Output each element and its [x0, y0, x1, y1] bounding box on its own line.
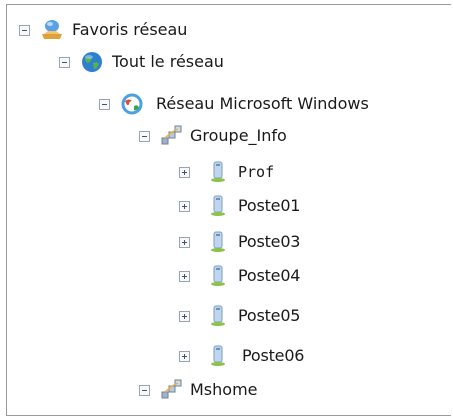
expand-toggle[interactable]	[179, 166, 190, 178]
tree-node-label[interactable]: Prof	[236, 161, 276, 183]
network-favorites-icon	[42, 20, 62, 39]
tree-node-favoris-reseau: Favoris réseau	[19, 15, 189, 45]
tree-node-computer: Poste06	[179, 341, 306, 371]
tree-node-label[interactable]: Poste03	[236, 231, 302, 253]
tree-node-groupe-info: Groupe_Info	[139, 121, 289, 151]
computer-icon	[211, 161, 225, 182]
tree-node-label[interactable]: Poste04	[236, 265, 302, 287]
workgroup-icon	[161, 125, 182, 145]
collapse-toggle[interactable]	[19, 24, 30, 36]
collapse-toggle[interactable]	[59, 56, 70, 68]
workgroup-icon	[161, 379, 182, 399]
computer-icon	[211, 265, 225, 286]
collapse-toggle[interactable]	[139, 384, 150, 396]
tree-node-label[interactable]: Mshome	[188, 379, 260, 401]
tree-node-label[interactable]: Poste01	[236, 195, 302, 217]
expand-toggle[interactable]	[179, 270, 190, 282]
tree-node-computer: Poste05	[179, 301, 302, 331]
collapse-toggle[interactable]	[139, 130, 150, 142]
network-globe-icon	[121, 93, 143, 115]
globe-icon	[82, 52, 102, 72]
tree-node-label[interactable]: Poste05	[236, 305, 302, 327]
tree-node-computer: Poste04	[179, 261, 302, 291]
expand-toggle[interactable]	[179, 350, 190, 362]
tree-node-computer: Poste03	[179, 227, 302, 257]
computer-icon	[211, 231, 225, 252]
tree-node-mshome: Mshome	[139, 375, 260, 405]
tree-node-computer: Prof	[179, 157, 276, 187]
tree-node-reseau-microsoft-windows: Réseau Microsoft Windows	[99, 89, 371, 119]
expand-toggle[interactable]	[179, 200, 190, 212]
tree-node-computer: Poste01	[179, 191, 302, 221]
network-tree-view: Favoris réseau Tout le réseau Réseau Mic…	[6, 4, 451, 416]
expand-toggle[interactable]	[179, 310, 190, 322]
tree-node-tout-le-reseau: Tout le réseau	[59, 47, 226, 77]
tree-node-label[interactable]: Réseau Microsoft Windows	[154, 93, 371, 115]
computer-icon	[211, 195, 225, 216]
computer-icon	[211, 305, 225, 326]
tree-node-label[interactable]: Groupe_Info	[188, 125, 289, 147]
computer-icon	[211, 345, 225, 366]
collapse-toggle[interactable]	[99, 98, 110, 110]
tree-node-label[interactable]: Tout le réseau	[110, 51, 226, 73]
tree-node-label[interactable]: Favoris réseau	[70, 19, 189, 41]
expand-toggle[interactable]	[179, 236, 190, 248]
tree-node-label[interactable]: Poste06	[240, 345, 306, 367]
